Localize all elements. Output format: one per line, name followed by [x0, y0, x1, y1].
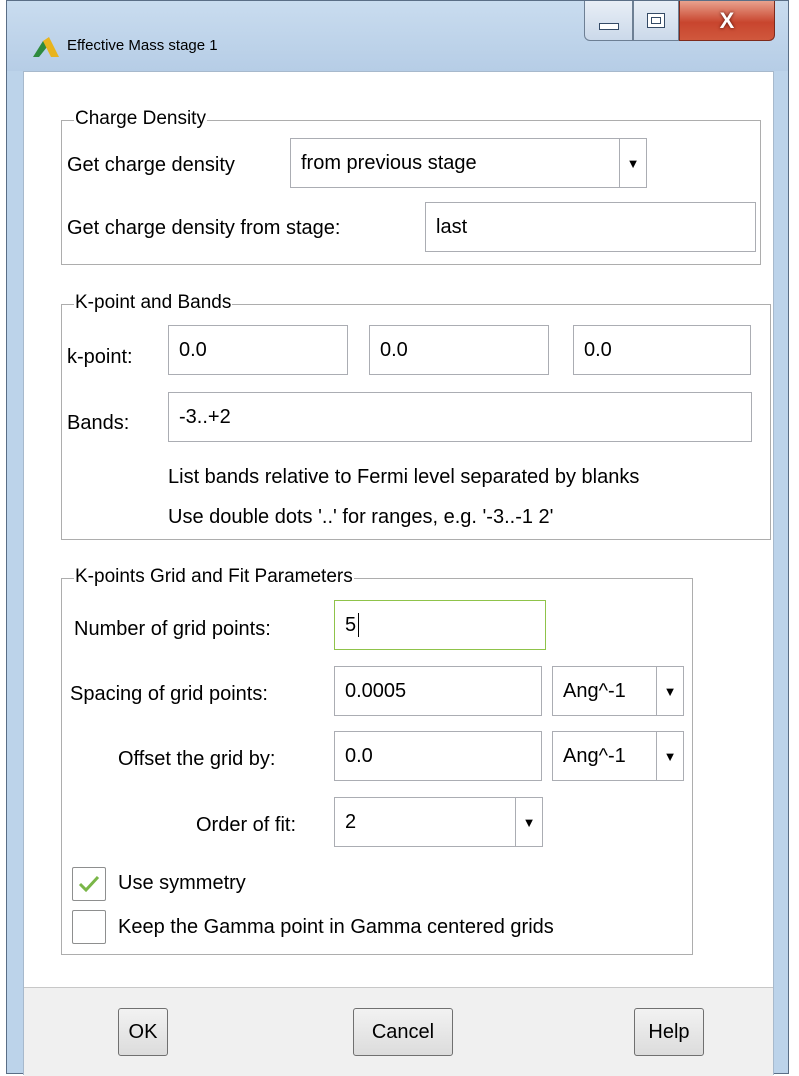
chevron-down-icon[interactable]: ▼ — [515, 798, 542, 846]
charge-density-source-select[interactable]: from previous stage ▼ — [290, 138, 647, 188]
minimize-button[interactable] — [584, 1, 633, 41]
text-cursor — [358, 613, 360, 637]
fit-order-label: Order of fit: — [196, 814, 297, 836]
grid-spacing-input[interactable]: 0.0005 — [334, 666, 542, 716]
title-bar[interactable]: Effective Mass stage 1 X — [7, 1, 788, 71]
chevron-down-icon[interactable]: ▼ — [656, 667, 683, 715]
kpoint-label: k-point: — [67, 346, 133, 368]
charge-density-stage-input[interactable]: last — [425, 202, 756, 252]
grid-spacing-unit-select[interactable]: Ang^-1 ▼ — [552, 666, 684, 716]
chevron-down-icon[interactable]: ▼ — [656, 732, 683, 780]
window-title: Effective Mass stage 1 — [67, 37, 218, 54]
kpoint-y-input[interactable]: 0.0 — [369, 325, 549, 375]
help-button[interactable]: Help — [634, 1008, 704, 1056]
fit-order-value: 2 — [345, 810, 357, 833]
charge-density-legend: Charge Density — [74, 108, 207, 130]
num-grid-points-input[interactable]: 5 — [334, 600, 546, 650]
bands-input[interactable]: -3..+2 — [168, 392, 752, 442]
maximize-icon — [647, 13, 665, 28]
bands-hint-line2: Use double dots '..' for ranges, e.g. '-… — [168, 506, 554, 528]
dialog-body: Charge Density Get charge density from p… — [24, 72, 773, 987]
kpoint-x-input[interactable]: 0.0 — [168, 325, 348, 375]
use-symmetry-label: Use symmetry — [118, 872, 246, 894]
charge-density-source-value: from previous stage — [301, 151, 477, 174]
kpoint-bands-legend: K-point and Bands — [74, 292, 233, 314]
cancel-button[interactable]: Cancel — [353, 1008, 453, 1056]
grid-fit-legend: K-points Grid and Fit Parameters — [74, 566, 354, 588]
bands-label: Bands: — [67, 412, 130, 434]
button-bar: OK Cancel Help — [24, 987, 773, 1076]
minimize-icon — [598, 23, 619, 30]
close-icon: X — [719, 7, 735, 33]
chevron-down-icon[interactable]: ▼ — [619, 139, 646, 187]
num-grid-points-value: 5 — [345, 613, 357, 636]
checkmark-icon — [78, 875, 100, 893]
ok-button[interactable]: OK — [118, 1008, 168, 1056]
dialog-window: Effective Mass stage 1 X Charge Density … — [6, 0, 789, 1076]
keep-gamma-label: Keep the Gamma point in Gamma centered g… — [118, 916, 554, 938]
charge-density-stage-label: Get charge density from stage: — [67, 217, 341, 239]
close-button[interactable]: X — [679, 1, 775, 41]
num-grid-points-label: Number of grid points: — [74, 618, 271, 640]
fit-order-select[interactable]: 2 ▼ — [334, 797, 543, 847]
grid-offset-input[interactable]: 0.0 — [334, 731, 542, 781]
grid-offset-label: Offset the grid by: — [118, 748, 276, 770]
maximize-button[interactable] — [633, 1, 679, 41]
grid-spacing-unit-value: Ang^-1 — [563, 679, 626, 702]
dialog-client-area: Charge Density Get charge density from p… — [23, 71, 774, 1076]
app-logo-icon — [33, 37, 59, 57]
get-charge-density-label: Get charge density — [67, 154, 235, 176]
bands-hint-line1: List bands relative to Fermi level separ… — [168, 466, 640, 488]
kpoint-z-input[interactable]: 0.0 — [573, 325, 751, 375]
grid-offset-unit-select[interactable]: Ang^-1 ▼ — [552, 731, 684, 781]
use-symmetry-checkbox[interactable] — [72, 867, 106, 901]
grid-offset-unit-value: Ang^-1 — [563, 744, 626, 767]
keep-gamma-checkbox[interactable] — [72, 910, 106, 944]
grid-spacing-label: Spacing of grid points: — [70, 683, 268, 705]
